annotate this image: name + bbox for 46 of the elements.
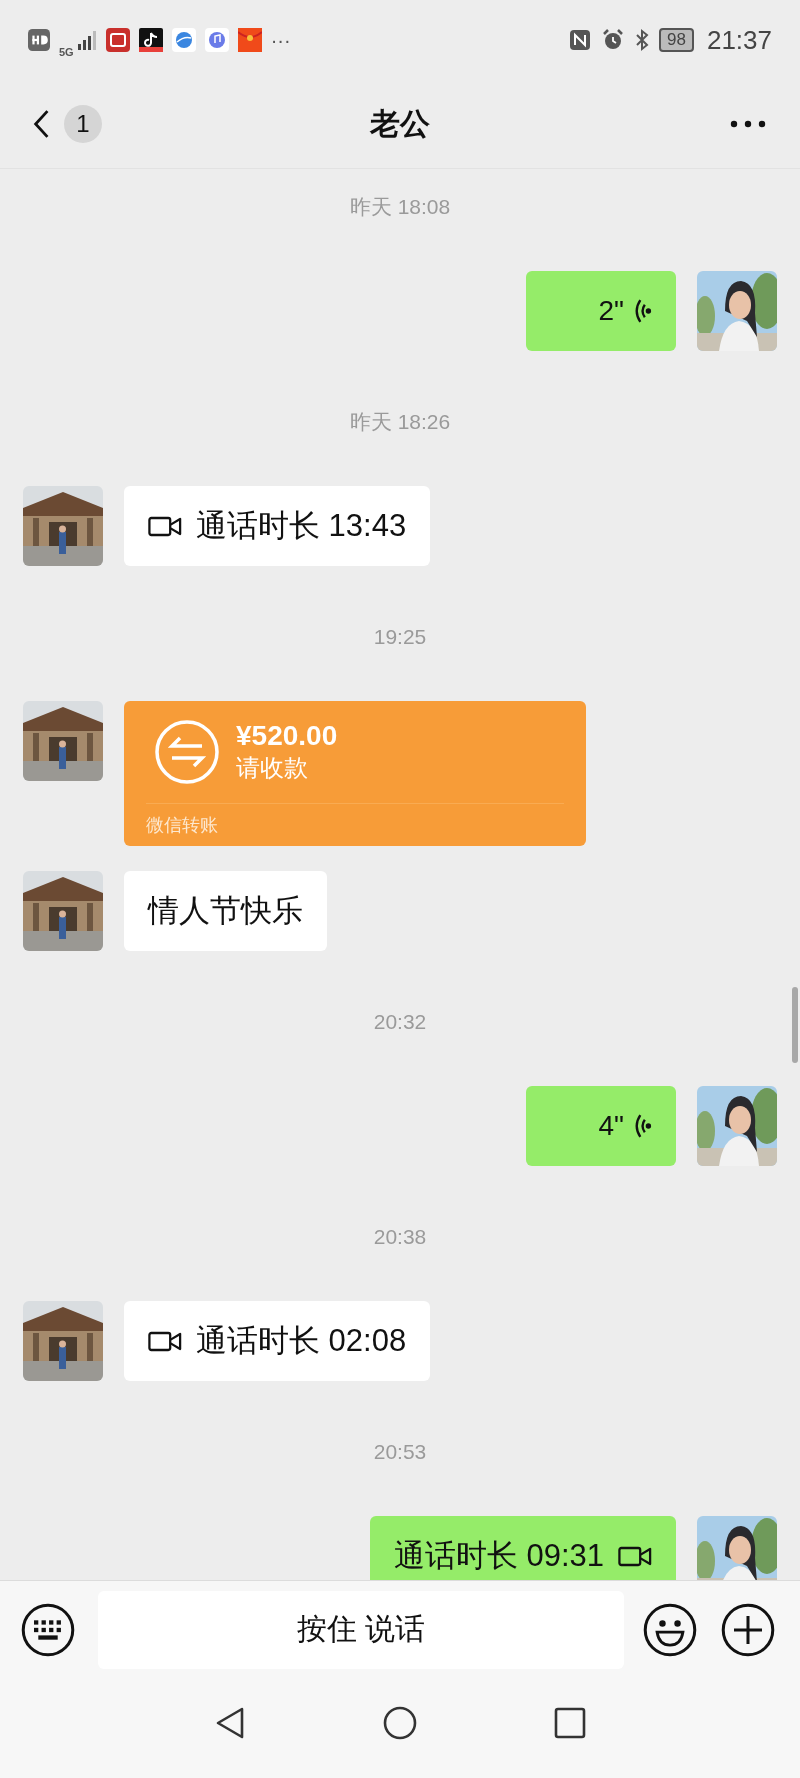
unread-count: 1 <box>64 105 102 143</box>
video-camera-icon <box>148 514 182 538</box>
text-message: 情人节快乐 <box>124 871 327 951</box>
video-camera-icon <box>148 1329 182 1353</box>
back-icon[interactable] <box>32 109 50 139</box>
more-notifications: ··· <box>270 28 291 52</box>
voice-wave-icon <box>634 1113 652 1139</box>
chat-title: 老公 <box>370 105 430 142</box>
video-camera-icon <box>618 1544 652 1568</box>
call-message[interactable]: 通话时长 13:43 <box>124 486 431 566</box>
transfer-note: 请收款 <box>236 753 309 783</box>
bluetooth-icon <box>634 28 650 52</box>
more-icon[interactable] <box>730 120 766 128</box>
voice-message[interactable]: 4" <box>526 1086 676 1166</box>
call-message[interactable]: 通话时长 02:08 <box>124 1301 431 1381</box>
globe-app-icon <box>171 28 196 52</box>
timestamp: 20:38 <box>373 1225 427 1249</box>
music-app-icon <box>204 28 229 52</box>
timestamp: 20:53 <box>373 1440 427 1464</box>
hd-icon <box>28 29 50 51</box>
battery-level: 98 <box>659 28 694 52</box>
transfer-amount: ¥520.00 <box>236 720 338 752</box>
network-type: 5G <box>59 46 74 58</box>
envelope-icon <box>237 28 262 52</box>
transfer-label: 微信转账 <box>146 814 219 837</box>
music-note-app-icon <box>138 28 163 52</box>
timestamp: 昨天 18:26 <box>349 410 451 434</box>
app-notification-icon <box>105 28 130 52</box>
keyboard-icon[interactable] <box>20 1601 76 1658</box>
alarm-icon <box>601 28 625 52</box>
voice-wave-icon <box>634 298 652 324</box>
home-icon[interactable] <box>382 1705 418 1741</box>
timestamp: 19:25 <box>373 625 427 649</box>
timestamp: 昨天 18:08 <box>349 195 451 219</box>
timestamp: 20:32 <box>373 1010 427 1034</box>
transfer-icon <box>154 719 220 785</box>
scroll-thumb[interactable] <box>792 987 798 1063</box>
plus-icon[interactable] <box>720 1601 776 1658</box>
nfc-icon <box>568 28 592 52</box>
signal-icon <box>76 30 97 50</box>
emoji-icon[interactable] <box>642 1601 698 1658</box>
call-message[interactable]: 通话时长 09:31 <box>369 1516 676 1580</box>
recent-apps-icon[interactable] <box>552 1705 588 1741</box>
hold-to-talk-button[interactable]: 按住 说话 <box>98 1590 624 1669</box>
voice-message[interactable]: 2" <box>526 271 676 351</box>
clock-time: 21:37 <box>706 24 772 56</box>
